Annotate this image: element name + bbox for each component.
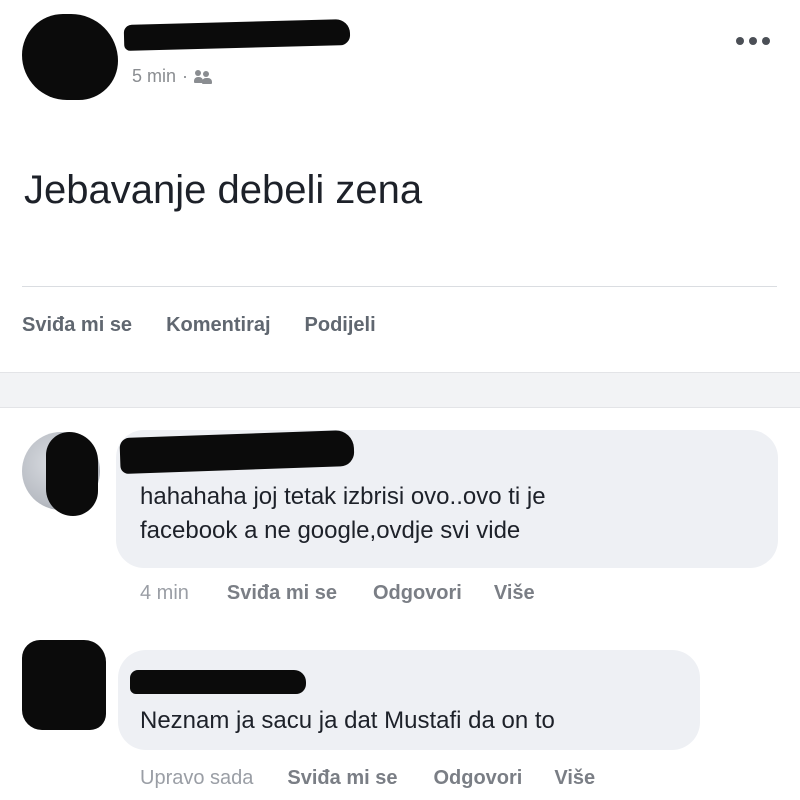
post-text: Jebavanje debeli zena: [24, 168, 423, 212]
comment-button[interactable]: Komentiraj: [166, 314, 270, 337]
comment-1-time[interactable]: 4 min: [140, 582, 189, 605]
comment-1-more-button[interactable]: Više: [494, 582, 535, 605]
section-separator: [0, 372, 800, 408]
comment-2-reply-button[interactable]: Odgovori: [433, 767, 522, 790]
more-options-icon[interactable]: [736, 32, 776, 50]
post-actions: Sviđa mi se Komentiraj Podijeli: [22, 314, 376, 337]
comment-2-like-button[interactable]: Sviđa mi se: [287, 767, 397, 790]
post-divider: [22, 286, 777, 287]
comment-1-avatar-redaction: [46, 432, 98, 516]
like-button[interactable]: Sviđa mi se: [22, 314, 132, 337]
comment-1-reply-button[interactable]: Odgovori: [373, 582, 462, 605]
post-author-name-redacted[interactable]: [123, 19, 351, 51]
post-time[interactable]: 5 min: [132, 66, 176, 87]
meta-separator: ·: [182, 66, 189, 86]
post-author-avatar-redacted[interactable]: [22, 14, 118, 100]
post-meta: 5 min ·: [132, 66, 213, 87]
comment-2-author-redacted[interactable]: [130, 670, 306, 694]
comment-1-text: hahahaha joj tetak izbrisi ovo..ovo ti j…: [140, 483, 546, 544]
comment-1-like-button[interactable]: Sviđa mi se: [227, 582, 337, 605]
comment-2-avatar-redacted[interactable]: [22, 640, 106, 730]
comment-1-actions: 4 min Sviđa mi se Odgovori Više: [140, 582, 535, 605]
comment-2-more-button[interactable]: Više: [554, 767, 595, 790]
share-button[interactable]: Podijeli: [305, 314, 376, 337]
comment-2-actions: Upravo sada Sviđa mi se Odgovori Više: [140, 767, 595, 790]
comment-2-time[interactable]: Upravo sada: [140, 767, 253, 790]
comment-2-text: Neznam ja sacu ja dat Mustafi da on to: [140, 707, 555, 734]
friends-icon[interactable]: [194, 69, 213, 84]
